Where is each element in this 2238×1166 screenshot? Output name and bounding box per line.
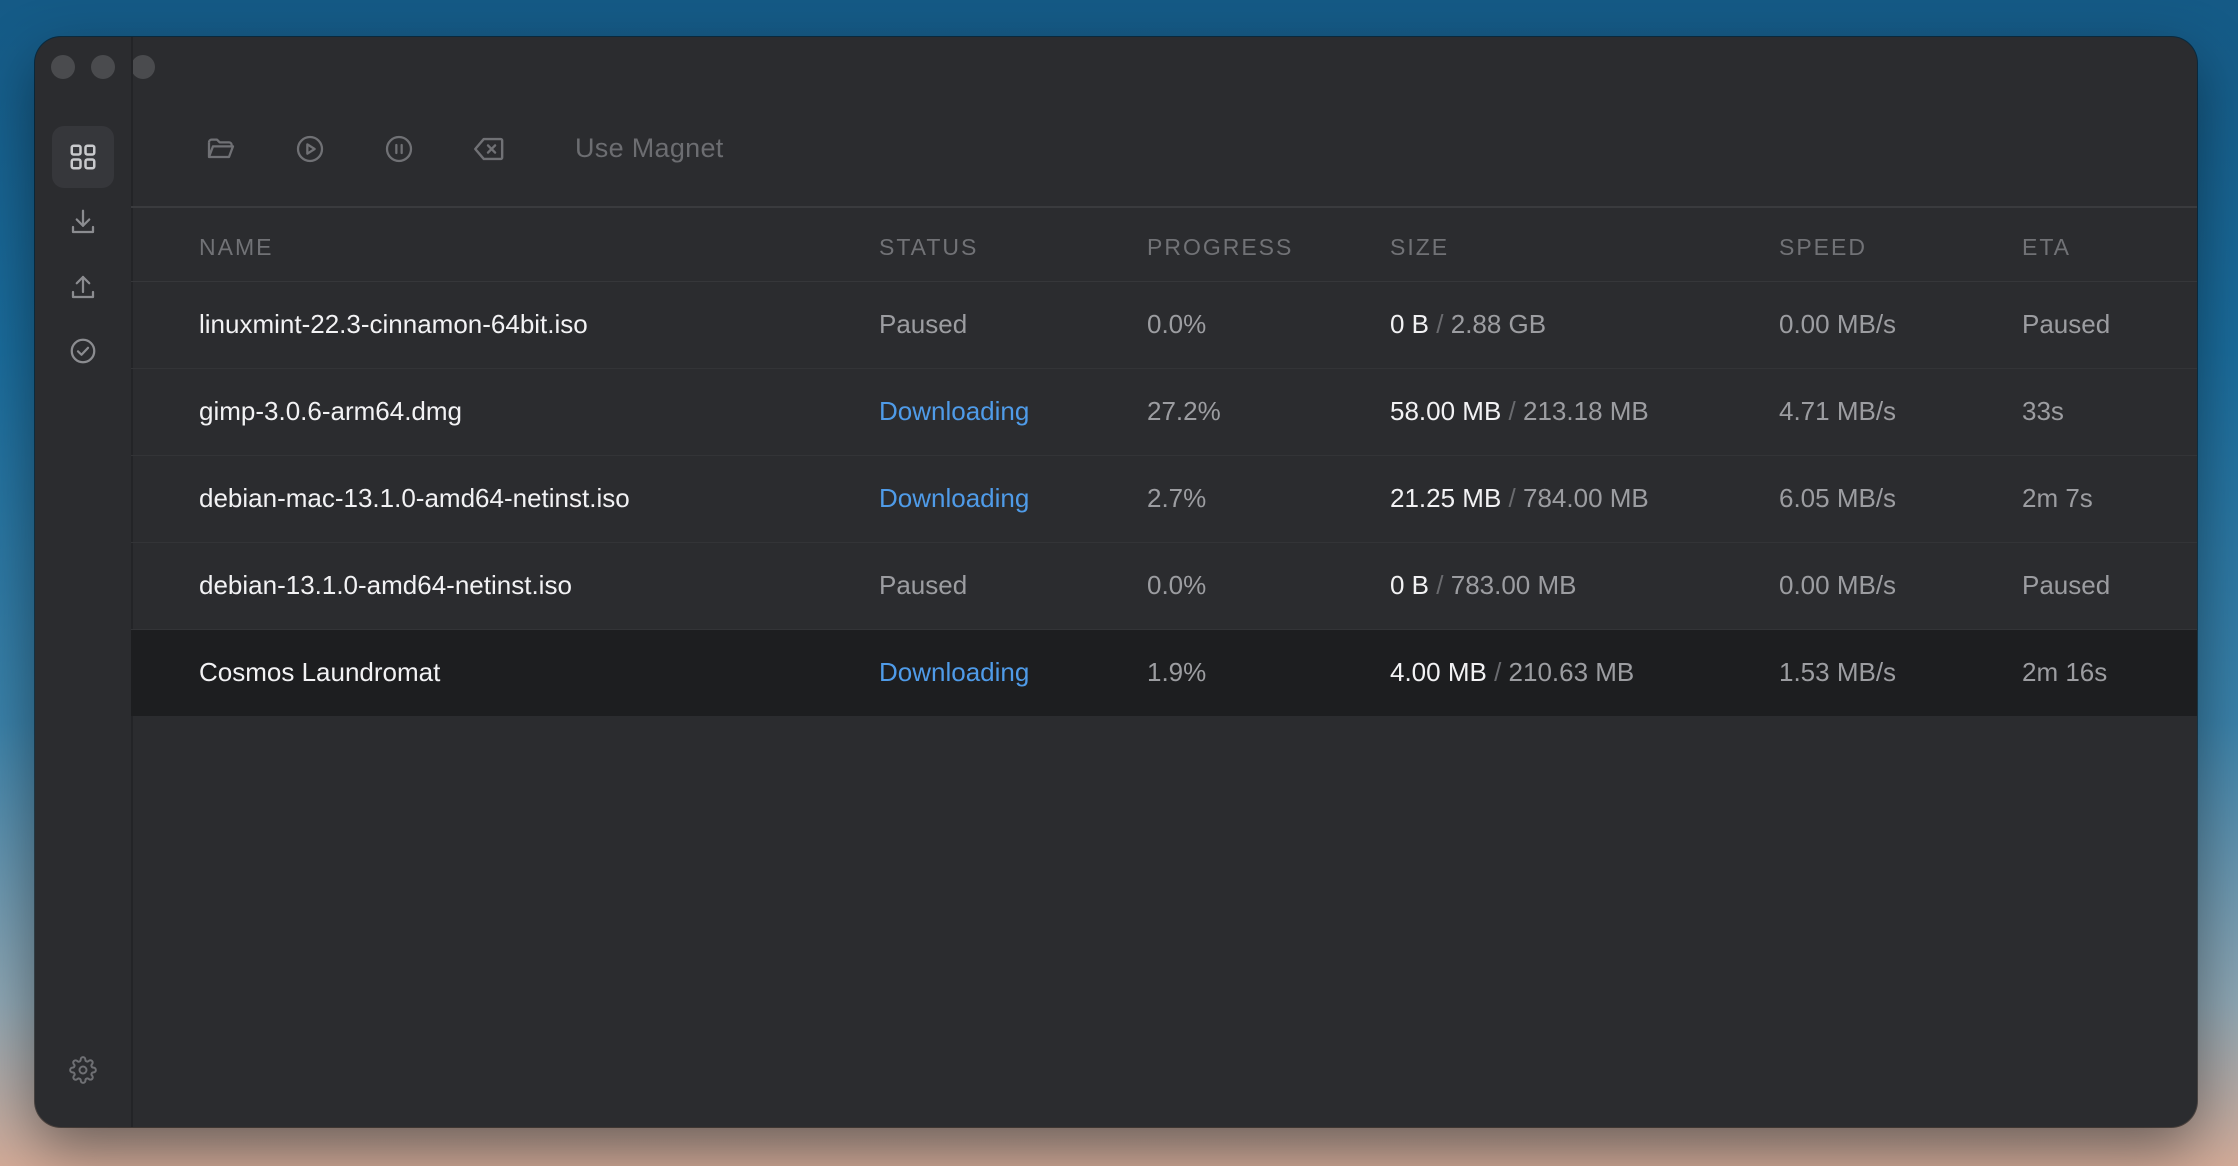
table-row[interactable]: Cosmos Laundromat Downloading 1.9% 4.00 …	[131, 630, 2197, 716]
sidebar-item-all[interactable]	[52, 126, 114, 188]
play-circle-icon	[294, 133, 326, 165]
torrent-progress: 0.0%	[1147, 570, 1207, 600]
torrent-status: Paused	[879, 309, 968, 339]
torrent-status: Paused	[879, 570, 968, 600]
use-magnet-button[interactable]: Use Magnet	[575, 133, 724, 164]
table-row[interactable]: gimp-3.0.6-arm64.dmg Downloading 27.2% 5…	[131, 369, 2197, 456]
column-header-status[interactable]: STATUS	[879, 234, 978, 261]
size-separator: /	[1436, 309, 1444, 339]
sidebar	[35, 37, 133, 1127]
table-row[interactable]: debian-mac-13.1.0-amd64-netinst.iso Down…	[131, 456, 2197, 543]
sidebar-item-downloading[interactable]	[52, 191, 114, 253]
downloaded-size: 58.00 MB	[1390, 396, 1502, 426]
remove-button[interactable]	[466, 127, 510, 171]
torrent-speed: 4.71 MB/s	[1779, 396, 1897, 426]
open-file-button[interactable]	[199, 127, 243, 171]
torrent-speed: 6.05 MB/s	[1779, 483, 1897, 513]
upload-icon	[68, 272, 98, 302]
downloaded-size: 0 B	[1390, 570, 1430, 600]
size-separator: /	[1508, 483, 1516, 513]
check-circle-icon	[68, 336, 98, 366]
torrent-size: 58.00 MB / 213.18 MB	[1390, 396, 1649, 427]
torrent-eta: 2m 7s	[2022, 483, 2093, 513]
torrent-size: 0 B / 2.88 GB	[1390, 309, 1546, 340]
torrent-status: Downloading	[879, 396, 1030, 426]
total-size: 2.88 GB	[1450, 309, 1547, 339]
toolbar: Use Magnet	[131, 113, 2197, 185]
table-row[interactable]: linuxmint-22.3-cinnamon-64bit.iso Paused…	[131, 282, 2197, 369]
total-size: 213.18 MB	[1523, 396, 1649, 426]
gear-icon	[69, 1056, 97, 1084]
column-header-name[interactable]: NAME	[199, 234, 273, 261]
pause-button[interactable]	[377, 127, 421, 171]
torrent-progress: 2.7%	[1147, 483, 1207, 513]
torrent-speed: 1.53 MB/s	[1779, 657, 1897, 687]
settings-button[interactable]	[52, 1039, 114, 1101]
column-header-size[interactable]: SIZE	[1390, 234, 1449, 261]
downloaded-size: 21.25 MB	[1390, 483, 1502, 513]
torrent-name: linuxmint-22.3-cinnamon-64bit.iso	[199, 309, 588, 339]
total-size: 210.63 MB	[1508, 657, 1635, 687]
torrent-eta: Paused	[2022, 570, 2111, 600]
app-window: Use Magnet NAME STATUS PROGRESS SIZE SPE…	[35, 37, 2197, 1127]
torrent-name: gimp-3.0.6-arm64.dmg	[199, 396, 462, 426]
torrent-status: Downloading	[879, 657, 1030, 687]
torrent-size: 4.00 MB / 210.63 MB	[1390, 657, 1634, 688]
folder-open-icon	[205, 133, 237, 165]
torrent-size: 0 B / 783.00 MB	[1390, 570, 1576, 601]
column-header-progress[interactable]: PROGRESS	[1147, 234, 1293, 261]
torrent-table: NAME STATUS PROGRESS SIZE SPEED ETA linu…	[131, 206, 2197, 1127]
table-header: NAME STATUS PROGRESS SIZE SPEED ETA	[131, 208, 2197, 282]
torrent-size: 21.25 MB / 784.00 MB	[1390, 483, 1649, 514]
size-separator: /	[1436, 570, 1444, 600]
torrent-name: Cosmos Laundromat	[199, 657, 441, 687]
column-header-eta[interactable]: ETA	[2022, 234, 2071, 261]
sidebar-item-completed[interactable]	[52, 320, 114, 382]
torrent-name: debian-mac-13.1.0-amd64-netinst.iso	[199, 483, 630, 513]
zoom-window-button[interactable]	[131, 55, 155, 79]
torrent-progress: 0.0%	[1147, 309, 1207, 339]
torrent-status: Downloading	[879, 483, 1030, 513]
grid-icon	[68, 142, 98, 172]
download-icon	[68, 207, 98, 237]
torrent-speed: 0.00 MB/s	[1779, 570, 1897, 600]
sidebar-item-seeding[interactable]	[52, 256, 114, 318]
table-row[interactable]: debian-13.1.0-amd64-netinst.iso Paused 0…	[131, 543, 2197, 630]
resume-button[interactable]	[288, 127, 332, 171]
column-header-speed[interactable]: SPEED	[1779, 234, 1867, 261]
delete-backspace-icon	[471, 132, 505, 166]
size-separator: /	[1494, 657, 1502, 687]
torrent-progress: 1.9%	[1147, 657, 1207, 687]
downloaded-size: 0 B	[1390, 309, 1430, 339]
downloaded-size: 4.00 MB	[1390, 657, 1487, 687]
pause-circle-icon	[383, 133, 415, 165]
torrent-speed: 0.00 MB/s	[1779, 309, 1897, 339]
torrent-eta: Paused	[2022, 309, 2111, 339]
torrent-eta: 2m 16s	[2022, 657, 2108, 687]
torrent-progress: 27.2%	[1147, 396, 1221, 426]
size-separator: /	[1508, 396, 1516, 426]
torrent-eta: 33s	[2022, 396, 2064, 426]
total-size: 784.00 MB	[1523, 483, 1649, 513]
total-size: 783.00 MB	[1450, 570, 1577, 600]
torrent-name: debian-13.1.0-amd64-netinst.iso	[199, 570, 572, 600]
